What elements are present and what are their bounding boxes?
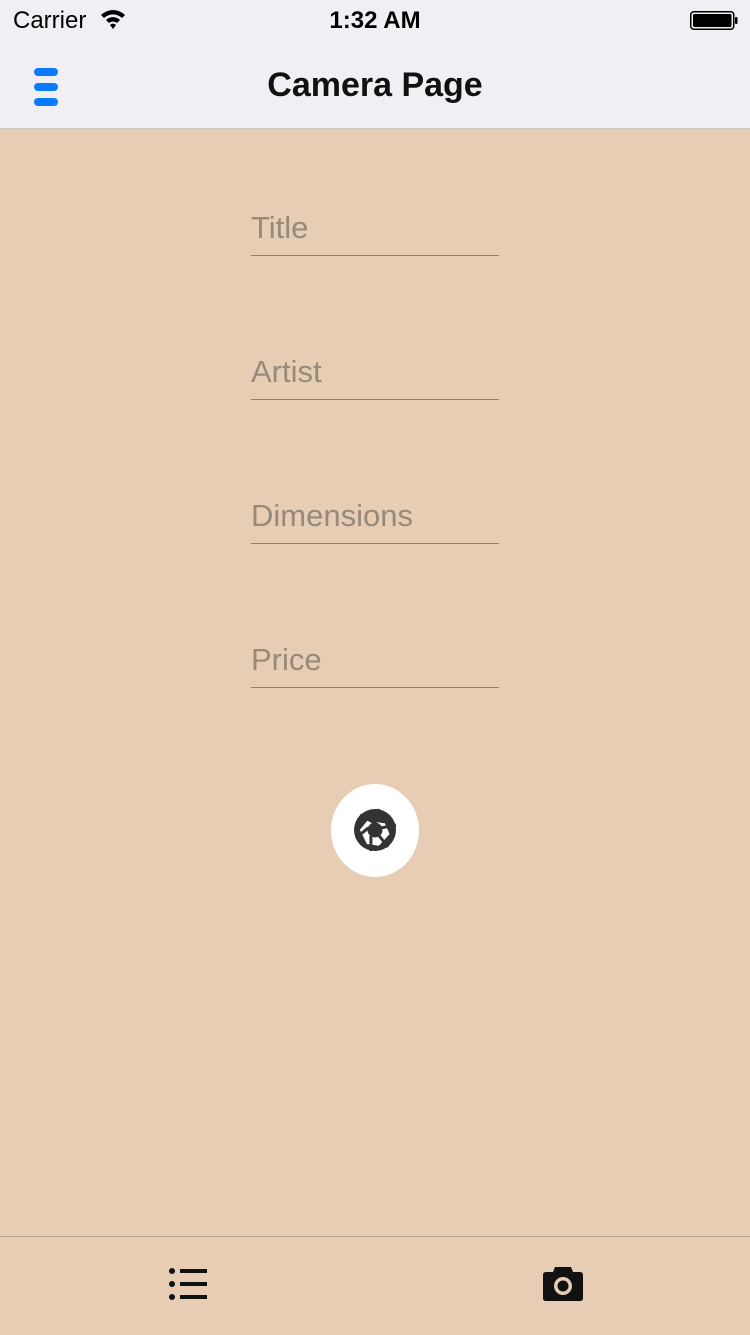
title-input[interactable]: [251, 194, 499, 255]
artist-field-container: [251, 338, 499, 400]
battery-icon: [690, 11, 738, 30]
title-field-container: [251, 194, 499, 256]
capture-photo-button[interactable]: [331, 784, 419, 877]
tab-bar: [0, 1236, 750, 1334]
price-input[interactable]: [251, 626, 499, 687]
dimensions-field-container: [251, 482, 499, 544]
dimensions-input[interactable]: [251, 482, 499, 543]
camera-shutter-icon: [353, 808, 397, 852]
status-time: 1:32 AM: [0, 7, 750, 35]
list-icon: [168, 1265, 208, 1303]
artist-input[interactable]: [251, 338, 499, 399]
navigation-bar: Camera Page: [0, 40, 750, 129]
camera-icon: [542, 1265, 584, 1303]
price-field-container: [251, 626, 499, 688]
page-title: Camera Page: [0, 66, 750, 105]
tab-list[interactable]: [0, 1237, 375, 1335]
status-bar: Carrier 1:32 AM: [0, 0, 750, 40]
tab-camera[interactable]: [375, 1237, 750, 1335]
